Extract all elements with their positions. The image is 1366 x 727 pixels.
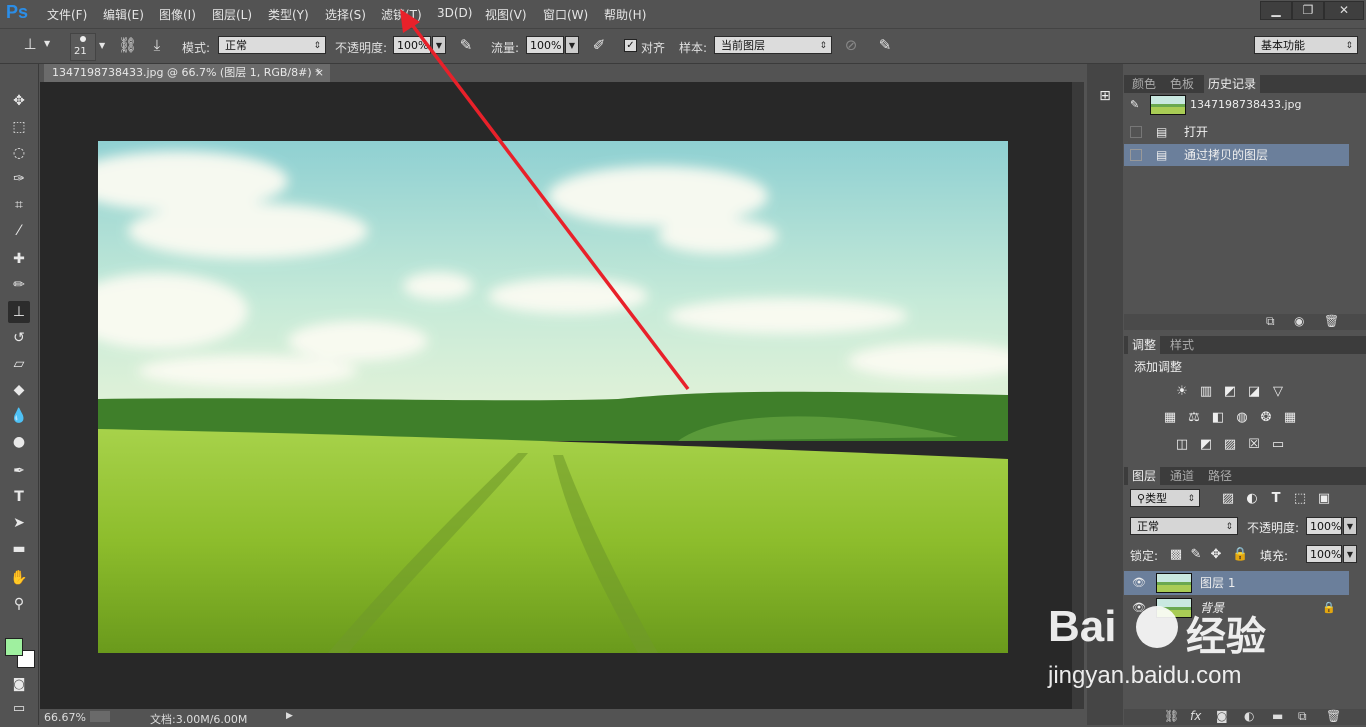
status-menu-arrow-icon[interactable]: ▶ [286,711,293,721]
snapshot-name: 1347198738433.jpg [1190,98,1302,111]
selective-color-icon[interactable]: ☒ [1246,437,1262,453]
curves-icon[interactable]: ◩ [1222,384,1238,400]
document-icon: ▤ [1156,125,1168,139]
tab-history[interactable]: 历史记录 [1204,75,1261,93]
fx-icon[interactable]: fx [1190,709,1201,723]
history-entry[interactable]: ▤ 打开 [1124,121,1349,143]
blend-mode-value: 正常 [1137,520,1159,533]
tab-styles[interactable]: 样式 [1166,336,1198,354]
search-icon: ⚲ [1137,492,1146,505]
tab-layers[interactable]: 图层 [1128,467,1161,485]
history-footer: ⧉ ◉ 🗑 [1124,314,1366,330]
vibrance-icon[interactable]: ▽ [1270,384,1286,400]
adjustment-layer-icon[interactable]: ◐ [1244,709,1254,723]
history-brush-icon: ✎ [1130,98,1140,111]
smart-object-filter-icon[interactable]: ▣ [1316,491,1332,507]
history-panel-tabs: 颜色 色板 历史记录 [1124,75,1366,93]
adjustments-panel-tabs: 调整 样式 [1124,336,1366,354]
layer-filter-value: 类型 [1145,492,1168,505]
info-panel-icon[interactable]: ⊞ [1096,88,1114,106]
snapshot-thumbnail [1150,95,1186,115]
blend-mode-select[interactable]: 正常 ⇕ [1130,517,1238,535]
fill-input[interactable]: 100% [1306,545,1342,563]
adjustment-filter-icon[interactable]: ◐ [1244,491,1260,507]
watermark-brand-2: 经验 [1186,614,1266,660]
trash-icon[interactable]: 🗑 [1324,314,1339,328]
trash-icon[interactable]: 🗑 [1326,709,1341,723]
photo-filter-icon[interactable]: ◍ [1234,410,1250,426]
updown-icon: ⇕ [1225,522,1233,532]
lock-label: 锁定: [1130,549,1159,563]
fill-label: 填充: [1260,549,1289,563]
watermark-url: jingyan.baidu.com [1048,662,1242,689]
document-icon: ▤ [1156,148,1168,162]
arrow-line [408,20,690,391]
shape-filter-icon[interactable]: ⬚ [1292,491,1308,507]
foreground-color-swatch[interactable] [5,638,23,656]
color-balance-icon[interactable]: ⚖ [1186,410,1202,426]
layer-thumbnail [1156,573,1192,593]
channel-mixer-icon[interactable]: ❂ [1258,410,1274,426]
tab-channels[interactable]: 通道 [1166,467,1198,485]
hue-saturation-icon[interactable]: ▦ [1162,410,1178,426]
brightness-icon[interactable]: ☀ [1174,384,1190,400]
new-layer-icon[interactable]: ⧉ [1298,709,1307,724]
zoom-level[interactable]: 66.67% [44,711,86,724]
layers-panel-tabs: 图层 通道 路径 [1124,467,1366,485]
layer-row[interactable]: 👁 图层 1 [1124,571,1349,595]
eye-icon[interactable]: 👁 [1132,571,1146,595]
paw-logo-icon [1136,606,1178,648]
history-entry[interactable]: ▤ 通过拷贝的图层 [1124,144,1349,166]
fill-dropdown-icon[interactable]: ▼ [1343,545,1357,563]
link-layers-icon[interactable]: ⛓ [1164,709,1179,723]
invert-icon[interactable]: ◫ [1174,437,1190,453]
layer-opacity-input[interactable]: 100% [1306,517,1342,535]
history-entry-label: 打开 [1184,125,1209,139]
color-lookup-icon[interactable]: ▦ [1282,410,1298,426]
black-white-icon[interactable]: ◧ [1210,410,1226,426]
adjustments-title: 添加调整 [1134,360,1183,374]
group-icon[interactable]: ▬ [1272,709,1283,723]
lock-position-icon[interactable]: ✥ [1208,547,1224,563]
lock-pixels-icon[interactable]: ✎ [1188,547,1204,563]
updown-icon: ⇕ [1187,494,1195,504]
new-document-from-state-icon[interactable]: ⧉ [1266,314,1275,329]
tab-adjustments[interactable]: 调整 [1128,336,1161,354]
history-snapshot[interactable]: ✎ 1347198738433.jpg [1124,94,1349,116]
gradient-map-icon[interactable]: ▭ [1270,437,1286,453]
camera-icon[interactable]: ◉ [1294,314,1304,328]
type-filter-icon[interactable]: T [1268,491,1284,507]
tab-color[interactable]: 颜色 [1128,75,1160,93]
posterize-icon[interactable]: ◩ [1198,437,1214,453]
layer-mask-icon[interactable]: ◙ [1216,709,1228,723]
watermark-brand: Bai [1048,602,1117,651]
pixel-filter-icon[interactable]: ▨ [1220,491,1236,507]
history-source-checkbox[interactable] [1130,126,1142,138]
layer-opacity-dropdown-icon[interactable]: ▼ [1343,517,1357,535]
history-source-checkbox[interactable] [1130,149,1142,161]
lock-all-icon[interactable]: 🔒 [1232,547,1248,563]
status-bar: 66.67% 文档:3.00M/6.00M ▶ [40,709,1084,726]
layer-name[interactable]: 图层 1 [1200,571,1235,595]
layer-filter-select[interactable]: ⚲类型 ⇕ [1130,489,1200,507]
lock-transparent-icon[interactable]: ▩ [1168,547,1184,563]
watermark: Bai 经验 jingyan.baidu.com [1040,602,1360,702]
exposure-icon[interactable]: ◪ [1246,384,1262,400]
layers-footer: ⛓ fx ◙ ◐ ▬ ⧉ 🗑 [1124,709,1366,725]
tab-swatches[interactable]: 色板 [1166,75,1198,93]
levels-icon[interactable]: ▥ [1198,384,1214,400]
layer-opacity-label: 不透明度: [1247,521,1300,535]
threshold-icon[interactable]: ▨ [1222,437,1238,453]
history-entry-label: 通过拷贝的图层 [1184,148,1269,162]
preview-icon[interactable] [90,711,110,722]
tab-paths[interactable]: 路径 [1204,467,1236,485]
